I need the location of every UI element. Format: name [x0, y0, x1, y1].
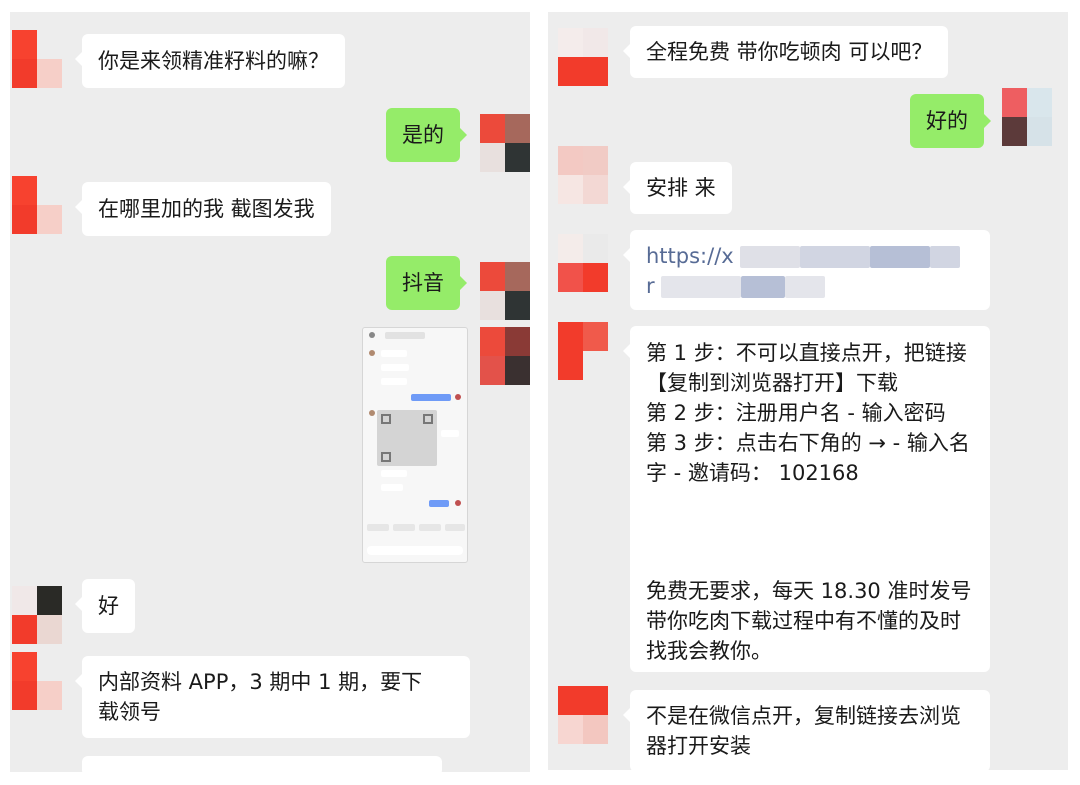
message-text-line: 【复制到浏览器打开】下载	[646, 371, 898, 395]
message-text-line: 带你吃肉下载过程中有不懂的及时	[646, 609, 961, 633]
my-avatar[interactable]	[480, 114, 530, 172]
message-text-line: 载领号	[98, 700, 161, 724]
message-bubble-outgoing[interactable]: 是的	[386, 108, 467, 162]
message-text: 好的	[926, 109, 968, 133]
contact-avatar[interactable]	[12, 652, 62, 710]
message-text: 是的	[402, 123, 444, 147]
contact-avatar[interactable]	[558, 686, 608, 744]
message-text-line: 内部资料 APP，3 期中 1 期，要下	[98, 670, 423, 694]
contact-avatar[interactable]	[12, 30, 62, 88]
message-text: 安排 来	[646, 176, 716, 200]
contact-avatar[interactable]	[558, 322, 608, 380]
message-bubble-incoming[interactable]: 安排 来	[623, 162, 732, 214]
message-bubble-incoming[interactable]: 你是来领精准籽料的嘛？	[75, 34, 345, 88]
my-avatar[interactable]	[480, 262, 530, 320]
my-avatar[interactable]	[480, 327, 530, 385]
message-text-line: 字 - 邀请码： 102168	[646, 461, 859, 485]
message-text-line: 不是在微信点开，复制链接去浏览	[646, 704, 961, 728]
instructions-message-bubble[interactable]: 第 1 步：不可以直接点开，把链接 【复制到浏览器打开】下载 第 2 步：注册用…	[623, 326, 990, 672]
contact-avatar[interactable]	[558, 234, 608, 292]
message-bubble-outgoing[interactable]: 好的	[910, 94, 991, 148]
chat-panel-left[interactable]: 你是来领精准籽料的嘛？ 是的 在哪里加的我 截图发我 抖音 好 内部资料 APP…	[10, 12, 530, 772]
message-bubble-incoming[interactable]: 内部资料 APP，3 期中 1 期，要下 载领号	[75, 656, 470, 738]
message-bubble-outgoing[interactable]: 抖音	[386, 256, 467, 310]
message-bubble-incoming[interactable]: 全程免费 带你吃顿肉 可以吧？	[622, 26, 949, 78]
message-text-line: 器打开安装	[646, 734, 751, 758]
message-text-line: 第 3 步：点击右下角的 → - 输入名	[646, 431, 970, 455]
my-avatar[interactable]	[1002, 88, 1052, 146]
message-text: 在哪里加的我 截图发我	[98, 197, 315, 221]
message-bubble-incoming[interactable]: 在哪里加的我 截图发我	[75, 182, 331, 236]
message-text-line: 第 1 步：不可以直接点开，把链接	[646, 341, 967, 365]
message-text: 好	[98, 594, 119, 618]
chat-panel-right[interactable]: 全程免费 带你吃顿肉 可以吧？ 好的 安排 来 https://x r 第 1 …	[548, 12, 1068, 770]
message-bubble-incoming[interactable]: 好	[75, 579, 135, 633]
message-text-line: 找我会教你。	[646, 639, 772, 663]
link-message-bubble[interactable]: https://x r	[623, 230, 990, 310]
link-url-line[interactable]: r	[646, 271, 974, 301]
contact-avatar[interactable]	[558, 28, 608, 86]
qr-code-icon	[377, 410, 437, 466]
message-text: 全程免费 带你吃顿肉 可以吧？	[646, 40, 933, 64]
message-text-line: 第 2 步：注册用户名 - 输入密码	[646, 401, 946, 425]
chat-screenshot-image[interactable]	[362, 327, 468, 563]
message-text-line: 免费无要求，每天 18.30 准时发号	[646, 579, 972, 603]
contact-avatar[interactable]	[12, 176, 62, 234]
message-bubble-incoming[interactable]: 不是在微信点开，复制链接去浏览 器打开安装	[623, 690, 990, 770]
message-text: 抖音	[402, 271, 444, 295]
link-url-line[interactable]: https://x	[646, 241, 974, 271]
contact-avatar[interactable]	[558, 146, 608, 204]
message-text: 你是来领精准籽料的嘛？	[98, 49, 329, 73]
contact-avatar[interactable]	[12, 586, 62, 644]
message-bubble-partial	[82, 756, 442, 772]
